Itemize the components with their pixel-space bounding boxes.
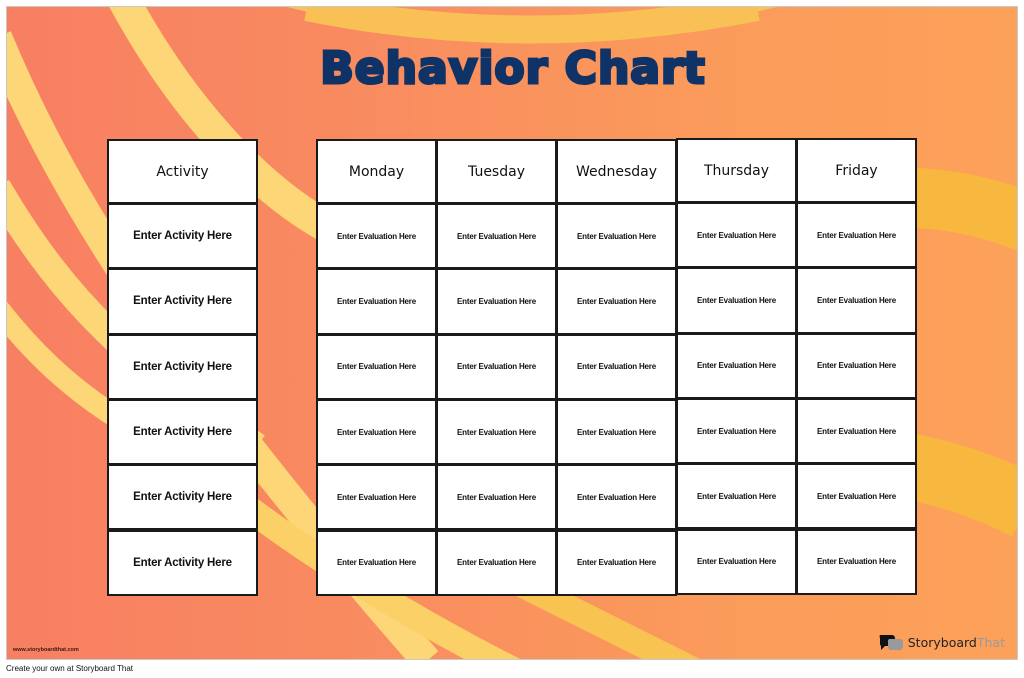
evaluation-cell[interactable]: Enter Evaluation Here (796, 332, 917, 399)
page-title: Behavior Chart (319, 42, 706, 96)
evaluation-cell[interactable]: Enter Evaluation Here (556, 333, 677, 400)
evaluation-cell[interactable]: Enter Evaluation Here (436, 529, 557, 596)
stripe-top-band (304, 7, 760, 44)
activity-cell[interactable]: Enter Activity Here (107, 268, 258, 335)
logo-text: StoryboardThat (908, 635, 1005, 650)
evaluation-cell[interactable]: Enter Evaluation Here (796, 267, 917, 334)
evaluation-cell[interactable]: Enter Evaluation Here (316, 203, 437, 270)
evaluation-cell[interactable]: Enter Evaluation Here (436, 398, 557, 466)
evaluation-cell[interactable]: Enter Evaluation Here (676, 463, 797, 530)
evaluation-cell[interactable]: Enter Evaluation Here (676, 202, 797, 269)
website-url: www.storyboardthat.com (13, 647, 79, 653)
evaluation-cell[interactable]: Enter Evaluation Here (556, 464, 677, 531)
evaluation-cell[interactable]: Enter Evaluation Here (676, 528, 797, 595)
evaluation-cell[interactable]: Enter Evaluation Here (436, 268, 557, 335)
activity-cell[interactable]: Enter Activity Here (107, 203, 258, 270)
evaluation-cell[interactable]: Enter Evaluation Here (316, 268, 437, 335)
day-header-monday: Monday (316, 139, 437, 204)
logo-word-dark: Storyboard (907, 634, 977, 650)
poster: Behavior Chart Activity Enter Activity He… (6, 6, 1018, 660)
activity-cell[interactable]: Enter Activity Here (107, 398, 258, 466)
speech-bubbles-icon (879, 635, 903, 650)
evaluation-cell[interactable]: Enter Evaluation Here (796, 202, 917, 269)
evaluation-cell[interactable]: Enter Evaluation Here (556, 398, 677, 466)
evaluation-cell[interactable]: Enter Evaluation Here (556, 268, 677, 335)
evaluation-cell[interactable]: Enter Evaluation Here (796, 397, 917, 465)
evaluation-cell[interactable]: Enter Evaluation Here (556, 203, 677, 270)
evaluation-cell[interactable]: Enter Evaluation Here (796, 463, 917, 530)
evaluation-cell[interactable]: Enter Evaluation Here (436, 203, 557, 270)
day-header-friday: Friday (796, 138, 917, 203)
logo-word-light: That (976, 634, 1005, 650)
evaluation-cell[interactable]: Enter Evaluation Here (556, 529, 677, 596)
evaluation-cell[interactable]: Enter Evaluation Here (316, 464, 437, 531)
day-header-thursday: Thursday (676, 138, 797, 203)
evaluation-cell[interactable]: Enter Evaluation Here (316, 398, 437, 466)
activity-header: Activity (107, 139, 258, 204)
evaluation-cell[interactable]: Enter Evaluation Here (316, 529, 437, 596)
activity-cell[interactable]: Enter Activity Here (107, 333, 258, 400)
evaluation-cell[interactable]: Enter Evaluation Here (676, 267, 797, 334)
activity-cell[interactable]: Enter Activity Here (107, 529, 258, 596)
evaluation-cell[interactable]: Enter Evaluation Here (436, 333, 557, 400)
footer-text: Create your own at Storyboard That (6, 664, 134, 673)
evaluation-cell[interactable]: Enter Evaluation Here (796, 528, 917, 595)
activity-cell[interactable]: Enter Activity Here (107, 464, 258, 531)
storyboardthat-logo[interactable]: StoryboardThat (878, 633, 1005, 651)
evaluation-cell[interactable]: Enter Evaluation Here (676, 397, 797, 465)
evaluation-cell[interactable]: Enter Evaluation Here (316, 333, 437, 400)
day-header-tuesday: Tuesday (436, 139, 557, 204)
evaluation-cell[interactable]: Enter Evaluation Here (436, 464, 557, 531)
day-header-wednesday: Wednesday (556, 139, 677, 204)
evaluation-cell[interactable]: Enter Evaluation Here (676, 332, 797, 399)
